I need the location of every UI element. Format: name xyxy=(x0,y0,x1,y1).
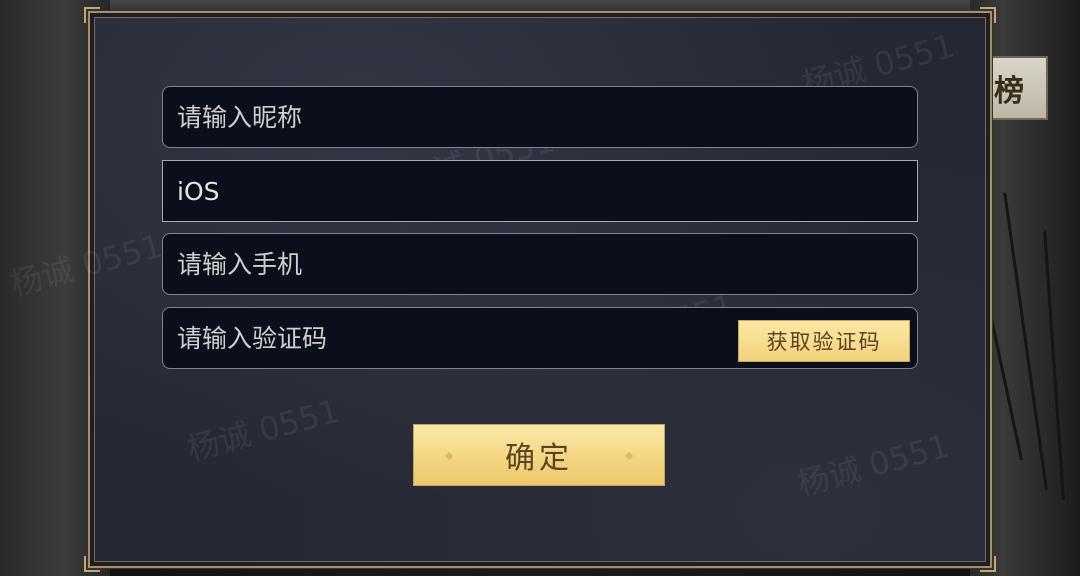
ornament-diamond-icon xyxy=(444,451,454,461)
platform-field[interactable] xyxy=(162,160,918,222)
nickname-input[interactable] xyxy=(163,87,917,147)
nickname-field[interactable] xyxy=(162,86,918,148)
phone-field[interactable] xyxy=(162,233,918,295)
ranking-tab-label: 榜 xyxy=(994,74,1024,109)
frame-corner xyxy=(980,556,996,572)
phone-input[interactable] xyxy=(163,234,917,294)
ranking-tab[interactable]: 榜 xyxy=(990,56,1048,120)
confirm-button-label: 确定 xyxy=(505,441,573,476)
frame-corner xyxy=(980,7,996,23)
ornament-diamond-icon xyxy=(624,451,634,461)
confirm-button[interactable]: 确定 xyxy=(413,424,665,486)
get-code-button[interactable]: 获取验证码 xyxy=(738,320,910,362)
verification-code-input[interactable] xyxy=(163,308,733,368)
frame-corner xyxy=(84,556,100,572)
frame-corner xyxy=(84,7,100,23)
get-code-button-label: 获取验证码 xyxy=(766,330,882,354)
platform-input[interactable] xyxy=(163,161,917,221)
